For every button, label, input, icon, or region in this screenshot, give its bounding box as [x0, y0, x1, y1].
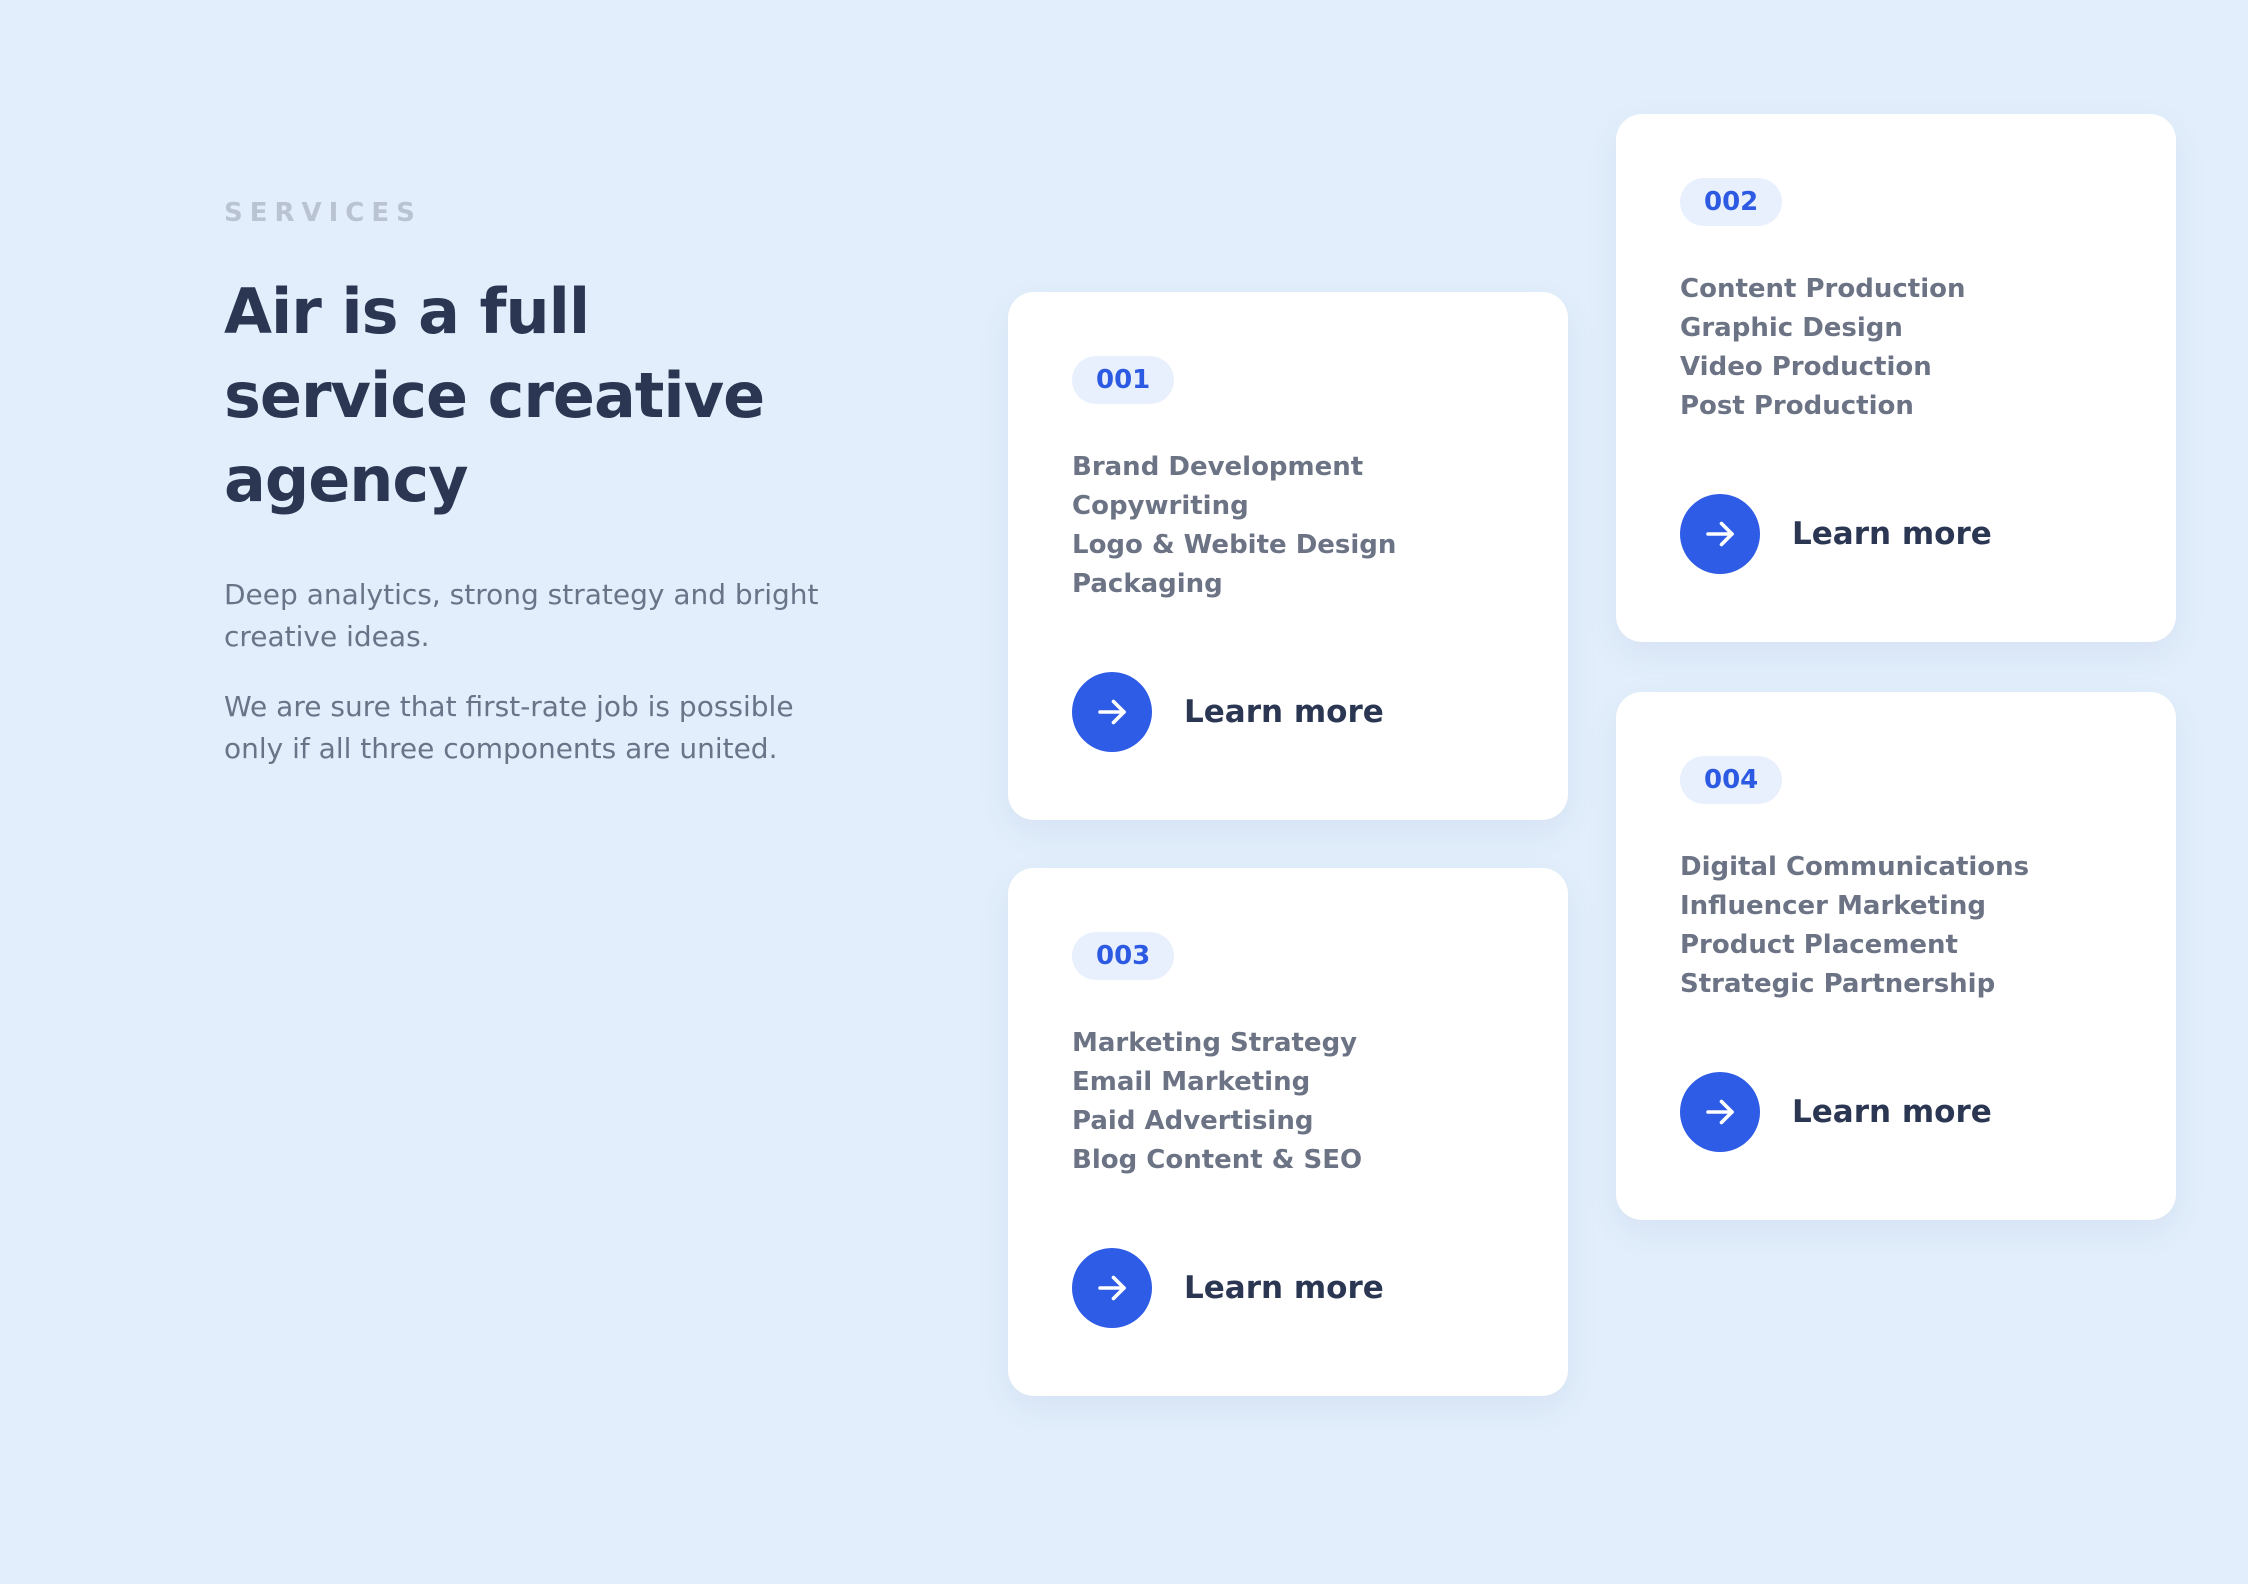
service-item: Video Production	[1680, 352, 1932, 382]
service-number-badge: 004	[1680, 756, 1783, 804]
learn-more-label[interactable]: Learn more	[1184, 1270, 1384, 1306]
service-item: Paid Advertising	[1072, 1106, 1314, 1136]
section-eyebrow: SERVICES	[224, 198, 422, 228]
service-item: Product Placement	[1680, 930, 1958, 960]
service-item: Email Marketing	[1072, 1067, 1311, 1097]
learn-more-link[interactable]: Learn more	[1680, 1072, 1992, 1152]
service-card-001: 001 Brand Development Copywriting Logo &…	[1008, 292, 1568, 820]
service-item: Digital Communications	[1680, 852, 2030, 882]
service-number-badge: 001	[1072, 356, 1175, 404]
learn-more-link[interactable]: Learn more	[1072, 672, 1384, 752]
service-item: Post Production	[1680, 391, 1914, 421]
learn-more-label[interactable]: Learn more	[1792, 1094, 1992, 1130]
service-list: Brand Development Copywriting Logo & Web…	[1072, 448, 1568, 604]
services-intro: SERVICES Air is a full service creative …	[224, 196, 824, 798]
service-list: Content Production Graphic Design Video …	[1680, 270, 2176, 426]
service-card-003: 003 Marketing Strategy Email Marketing P…	[1008, 868, 1568, 1396]
service-list: Marketing Strategy Email Marketing Paid …	[1072, 1024, 1568, 1180]
service-item: Blog Content & SEO	[1072, 1145, 1363, 1175]
arrow-right-icon[interactable]	[1072, 1248, 1152, 1328]
learn-more-label[interactable]: Learn more	[1184, 694, 1384, 730]
learn-more-link[interactable]: Learn more	[1072, 1248, 1384, 1328]
service-item: Brand Development	[1072, 452, 1364, 482]
service-item: Packaging	[1072, 569, 1223, 599]
service-item: Content Production	[1680, 274, 1966, 304]
service-card-002: 002 Content Production Graphic Design Vi…	[1616, 114, 2176, 642]
service-list: Digital Communications Influencer Market…	[1680, 848, 2176, 1004]
service-item: Logo & Webite Design	[1072, 530, 1397, 560]
intro-paragraph-2: We are sure that first-rate job is possi…	[224, 690, 794, 765]
service-item: Marketing Strategy	[1072, 1028, 1358, 1058]
arrow-right-icon[interactable]	[1072, 672, 1152, 752]
service-item: Influencer Marketing	[1680, 891, 1986, 921]
service-number-badge: 003	[1072, 932, 1175, 980]
service-item: Copywriting	[1072, 491, 1249, 521]
service-card-004: 004 Digital Communications Influencer Ma…	[1616, 692, 2176, 1220]
section-title: Air is a full service creative agency	[224, 275, 765, 516]
arrow-right-icon[interactable]	[1680, 494, 1760, 574]
arrow-right-icon[interactable]	[1680, 1072, 1760, 1152]
learn-more-label[interactable]: Learn more	[1792, 516, 1992, 552]
learn-more-link[interactable]: Learn more	[1680, 494, 1992, 574]
service-item: Strategic Partnership	[1680, 969, 1996, 999]
service-item: Graphic Design	[1680, 313, 1903, 343]
intro-paragraph-1: Deep analytics, strong strategy and brig…	[224, 578, 819, 653]
service-number-badge: 002	[1680, 178, 1783, 226]
